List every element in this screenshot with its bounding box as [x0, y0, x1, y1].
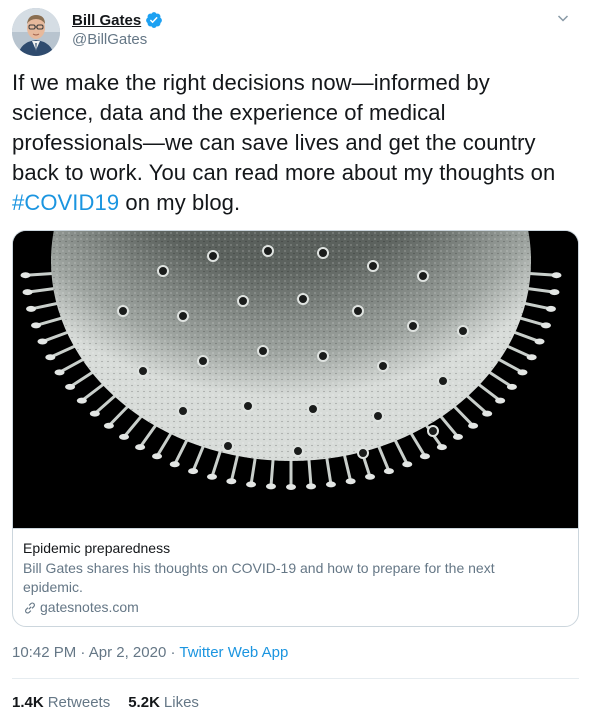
- tweet-text-line: back to work. You can read more about my…: [12, 160, 556, 185]
- author-handle[interactable]: @BillGates: [72, 31, 163, 48]
- link-icon: [25, 602, 35, 613]
- hashtag-link[interactable]: #COVID19: [12, 190, 119, 215]
- tweet-text-line: #COVID19 on my blog.: [12, 188, 577, 218]
- tweet-text-line: professionals—we can save lives and get …: [12, 130, 536, 155]
- card-url: gatesnotes.com: [23, 598, 568, 617]
- avatar[interactable]: [12, 8, 60, 56]
- tweet-stats: 1.4K Retweets 5.2K Likes: [12, 694, 199, 711]
- avatar-photo-icon: [12, 8, 60, 56]
- tweet-time[interactable]: 10:42 PM: [12, 644, 76, 661]
- retweets-label: Retweets: [47, 694, 111, 711]
- coronavirus-image-icon: [13, 231, 578, 528]
- likes-label: Likes: [163, 694, 199, 711]
- divider: [12, 678, 579, 679]
- author-display-name[interactable]: Bill Gates: [72, 12, 141, 29]
- retweets-stat[interactable]: 1.4K Retweets: [12, 694, 110, 711]
- verified-badge-icon: [145, 11, 163, 29]
- name-row: Bill Gates: [72, 10, 163, 30]
- tweet-meta: 10:42 PM · Apr 2, 2020 · Twitter Web App: [12, 644, 288, 661]
- likes-count: 5.2K: [128, 694, 160, 711]
- retweets-count: 1.4K: [12, 694, 44, 711]
- card-url-text: gatesnotes.com: [40, 599, 139, 615]
- card-title: Epidemic preparedness: [23, 540, 171, 556]
- tweet-text-tail: on my blog.: [119, 190, 241, 215]
- tweet-text-line: If we make the right decisions now—infor…: [12, 70, 490, 95]
- tweet: Bill Gates @BillGates If we make the rig…: [0, 0, 591, 716]
- tweet-text: If we make the right decisions now—infor…: [12, 68, 577, 218]
- tweet-header: Bill Gates @BillGates: [12, 8, 579, 58]
- tweet-text-line: science, data and the experience of medi…: [12, 100, 446, 125]
- card-description: Bill Gates shares his thoughts on COVID-…: [23, 560, 495, 595]
- likes-stat[interactable]: 5.2K Likes: [128, 694, 199, 711]
- more-options-chevron-down-icon[interactable]: [555, 10, 571, 26]
- meta-separator: ·: [166, 644, 180, 661]
- card-image[interactable]: [13, 231, 578, 528]
- tweet-source-link[interactable]: Twitter Web App: [179, 644, 288, 661]
- card-body[interactable]: Epidemic preparedness Bill Gates shares …: [13, 528, 578, 626]
- meta-separator: ·: [76, 644, 89, 661]
- tweet-date[interactable]: Apr 2, 2020: [89, 644, 167, 661]
- author-block: Bill Gates @BillGates: [72, 10, 163, 48]
- link-preview-card[interactable]: Epidemic preparedness Bill Gates shares …: [12, 230, 579, 627]
